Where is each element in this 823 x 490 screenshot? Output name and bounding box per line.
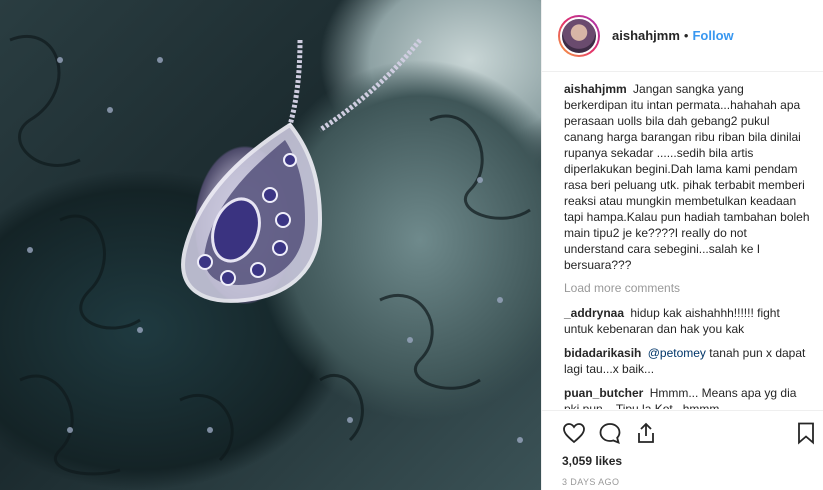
comment-username[interactable]: bidadarikasih <box>564 346 641 360</box>
follow-button[interactable]: Follow <box>692 28 733 43</box>
avatar[interactable] <box>558 14 600 57</box>
post-side-panel: aishahjmm • Follow aishahjmm Jangan sang… <box>541 0 823 490</box>
separator-dot: • <box>683 28 689 43</box>
caption: aishahjmm Jangan sangka yang berkerdipan… <box>564 81 810 273</box>
post-header: aishahjmm • Follow <box>542 0 823 72</box>
post-photo <box>0 0 541 490</box>
comment-item: _addrynaa hidup kak aishahhh!!!!!! fight… <box>564 305 810 337</box>
header-username[interactable]: aishahjmm <box>612 28 680 43</box>
post-actions: 3,059 likes 3 DAYS AGO <box>542 410 823 490</box>
likes-count[interactable]: 3,059 likes <box>562 454 622 468</box>
pendant-necklace-image <box>9 35 531 476</box>
load-more-comments-button[interactable]: Load more comments <box>564 281 810 295</box>
comment-icon[interactable] <box>598 421 622 445</box>
caption-username[interactable]: aishahjmm <box>564 82 627 96</box>
comment-item: bidadarikasih @petomey tanah pun x dapat… <box>564 345 810 377</box>
caption-text: Jangan sangka yang berkerdipan itu intan… <box>564 82 810 272</box>
comment-item: puan_butcher Hmmm... Means apa yg dia pk… <box>564 385 810 409</box>
heart-icon[interactable] <box>562 421 586 445</box>
comment-username[interactable]: _addrynaa <box>564 306 624 320</box>
comment-mention[interactable]: @petomey <box>648 346 706 360</box>
comment-username[interactable]: puan_butcher <box>564 386 643 400</box>
post-date[interactable]: 3 DAYS AGO <box>562 477 619 487</box>
share-icon[interactable] <box>634 421 658 445</box>
comments-section: aishahjmm Jangan sangka yang berkerdipan… <box>542 73 823 409</box>
bookmark-icon[interactable] <box>794 421 818 445</box>
